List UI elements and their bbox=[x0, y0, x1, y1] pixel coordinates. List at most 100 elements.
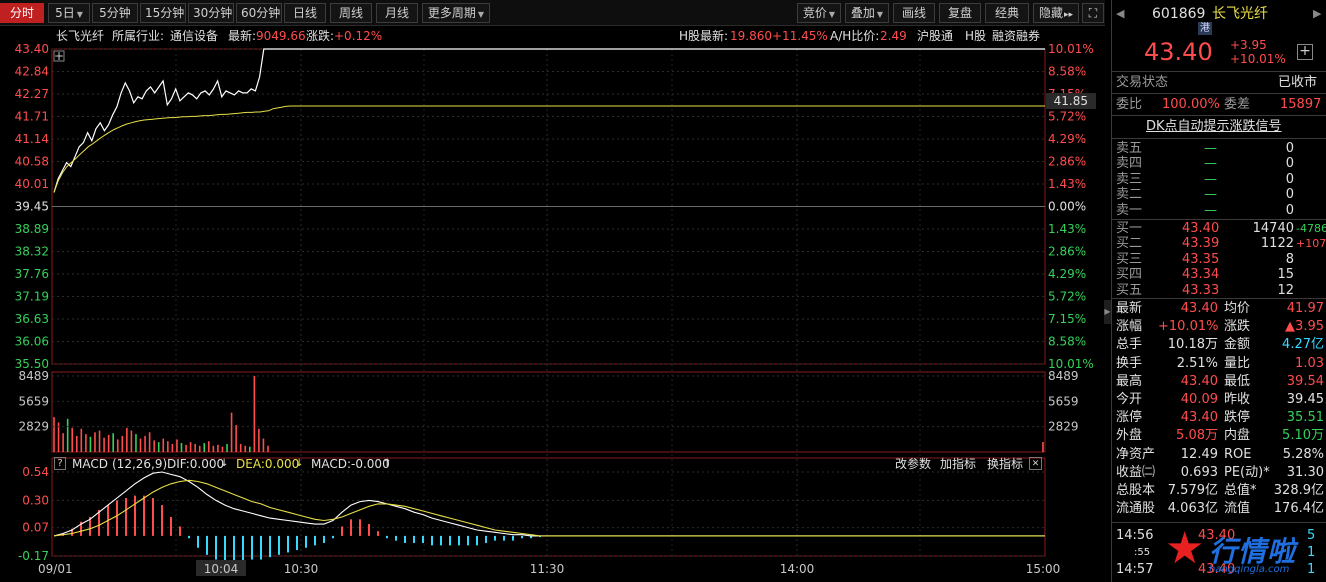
tab-weekly[interactable]: 周线 bbox=[330, 3, 372, 23]
industry-link[interactable]: 通信设备 bbox=[170, 26, 218, 46]
stat-value: 0.693 bbox=[1180, 464, 1218, 480]
order-diff-label: 委差 bbox=[1224, 97, 1251, 112]
stat-row: 收益㈡ 0.693 PE(动)* 31.30 bbox=[1112, 464, 1326, 482]
expand-icon[interactable]: ⛶ bbox=[1082, 3, 1104, 23]
panel-collapse-handle[interactable]: ▶ bbox=[1104, 300, 1111, 324]
stat-label: 总股本 bbox=[1116, 483, 1156, 498]
average-price-line bbox=[53, 105, 1045, 193]
tab-daily[interactable]: 日线 bbox=[284, 3, 326, 23]
overlay-button[interactable]: 叠加 ▼ bbox=[845, 3, 889, 23]
draw-line-button[interactable]: 画线 bbox=[893, 3, 935, 23]
edit-params-button[interactable]: 改参数 bbox=[895, 455, 931, 473]
ask-price: — bbox=[1204, 141, 1217, 156]
price-tick-label: 37.19 bbox=[15, 290, 49, 304]
price-tick-label: 42.27 bbox=[15, 87, 49, 101]
stat-value: 12.49 bbox=[1180, 446, 1218, 462]
price-tick-label: 40.01 bbox=[15, 177, 49, 191]
bid-row[interactable]: 买三 43.35 8 bbox=[1112, 252, 1326, 267]
macd-tick-label: -0.17 bbox=[18, 549, 49, 563]
switch-indicator-button[interactable]: 换指标 bbox=[987, 455, 1023, 473]
order-diff-value: 15897 bbox=[1280, 97, 1322, 112]
classic-button[interactable]: 经典 bbox=[985, 3, 1029, 23]
stat-value: 43.40 bbox=[1180, 410, 1218, 426]
price-tick-label: 39.45 bbox=[15, 200, 49, 214]
stat-row: 外盘 5.08万 内盘 5.10万 bbox=[1112, 427, 1326, 445]
bid-label: 买一 bbox=[1116, 221, 1143, 236]
price-tick-label: 36.06 bbox=[15, 335, 49, 349]
tab-30min[interactable]: 30分钟 bbox=[188, 3, 234, 23]
h-share-link[interactable]: H股 bbox=[965, 26, 986, 46]
ask-row[interactable]: 卖一 — 0 bbox=[1112, 203, 1326, 218]
volume-panel-frame bbox=[51, 371, 1046, 453]
tab-5day[interactable]: 5日 ▼ bbox=[48, 3, 90, 23]
macd-dea: DEA:0.000 bbox=[236, 457, 300, 471]
tab-60min[interactable]: 60分钟 bbox=[236, 3, 282, 23]
replay-button[interactable]: 复盘 bbox=[939, 3, 981, 23]
macd-title[interactable]: MACD bbox=[72, 455, 108, 473]
next-stock-icon[interactable]: ▶ bbox=[1313, 4, 1321, 24]
stat-row: 最新 43.40 均价 41.97 bbox=[1112, 300, 1326, 318]
bid-row[interactable]: 买四 43.34 15 bbox=[1112, 267, 1326, 282]
bid-row[interactable]: 买二 43.39 1122 +107 bbox=[1112, 236, 1326, 251]
tab-15min[interactable]: 15分钟 bbox=[140, 3, 186, 23]
volume-tick-label: 5659 bbox=[18, 394, 49, 408]
price-tick-label: 40.58 bbox=[15, 155, 49, 169]
macd-value: MACD:-0.000 bbox=[311, 457, 390, 471]
intraday-chart[interactable]: 43.4010.01%42.848.58%42.277.15%41.715.72… bbox=[0, 0, 1105, 582]
stat-value: 176.4亿 bbox=[1273, 501, 1324, 517]
help-icon[interactable]: ? bbox=[54, 457, 66, 470]
stat-label: 金额 bbox=[1224, 337, 1251, 353]
ask-row[interactable]: 卖五 — 0 bbox=[1112, 141, 1326, 156]
price-tick-label: 42.84 bbox=[15, 65, 49, 79]
shanghai-connect-link[interactable]: 沪股通 bbox=[917, 26, 953, 46]
time-tick-label: 09/01 bbox=[38, 562, 73, 576]
stat-label: 涨停 bbox=[1116, 410, 1143, 426]
stat-value: 5.08万 bbox=[1176, 428, 1218, 444]
stat-value: 43.40 bbox=[1180, 301, 1218, 316]
hk-connect-badge[interactable]: 港 bbox=[1198, 22, 1212, 35]
pct-tick-label: 5.72% bbox=[1048, 290, 1086, 304]
ask-price: — bbox=[1204, 171, 1217, 187]
time-tick-label: 14:00 bbox=[780, 562, 815, 576]
add-indicator-button[interactable]: 加指标 bbox=[940, 455, 976, 473]
close-icon[interactable]: ✕ bbox=[1029, 457, 1042, 470]
macd-params: (12,26,9) bbox=[112, 457, 168, 471]
tab-5min[interactable]: 5分钟 bbox=[92, 3, 138, 23]
badges: 融港 bbox=[1112, 22, 1326, 38]
stat-value: 35.51 bbox=[1286, 410, 1324, 426]
bid-price: 43.33 bbox=[1182, 282, 1220, 298]
order-ratio-label: 委比 bbox=[1116, 97, 1143, 112]
ask-row[interactable]: 卖三 — 0 bbox=[1112, 172, 1326, 187]
dk-signal-link[interactable]: DK点自动提示涨跌信号 bbox=[1146, 118, 1282, 136]
hide-button[interactable]: 隐藏▸▸ bbox=[1033, 3, 1079, 23]
tab-monthly[interactable]: 月线 bbox=[376, 3, 418, 23]
stat-label: 量比 bbox=[1224, 355, 1251, 371]
stat-label: 涨幅 bbox=[1116, 319, 1143, 335]
pct-tick-label: 4.29% bbox=[1048, 132, 1086, 146]
auction-button[interactable]: 竞价 ▼ bbox=[797, 3, 841, 23]
tab-intraday[interactable]: 分时 bbox=[0, 3, 44, 23]
prev-stock-icon[interactable]: ◀ bbox=[1116, 4, 1124, 24]
tab-more-periods[interactable]: 更多周期 ▼ bbox=[422, 3, 490, 23]
margin-trading-link[interactable]: 融资融券 bbox=[992, 26, 1040, 46]
ask-row[interactable]: 卖二 — 0 bbox=[1112, 187, 1326, 202]
ask-price: — bbox=[1204, 187, 1217, 203]
price-tick-label: 41.14 bbox=[15, 132, 49, 146]
stat-row: 换手 2.51% 量比 1.03 bbox=[1112, 355, 1326, 373]
pct-tick-label: 8.58% bbox=[1048, 335, 1086, 349]
add-watchlist-button[interactable]: + bbox=[1297, 44, 1313, 60]
macd-tick-label: 0.07 bbox=[22, 521, 49, 535]
divider bbox=[1112, 138, 1326, 139]
stat-label: 总手 bbox=[1116, 337, 1143, 353]
stat-row: 总手 10.18万 金额 4.27亿 bbox=[1112, 336, 1326, 354]
industry-label: 所属行业: bbox=[112, 29, 165, 43]
bid-row[interactable]: 买五 43.33 12 bbox=[1112, 283, 1326, 298]
avg-price-label: 41.85 bbox=[1054, 94, 1088, 108]
stat-label: 换手 bbox=[1116, 355, 1143, 371]
bid-row[interactable]: 买一 43.40 14740 -4786 bbox=[1112, 221, 1326, 236]
stat-value: 40.09 bbox=[1180, 392, 1218, 407]
pct-tick-label: 8.58% bbox=[1048, 65, 1086, 79]
ask-row[interactable]: 卖四 — 0 bbox=[1112, 156, 1326, 171]
stat-row: 今开 40.09 昨收 39.45 bbox=[1112, 391, 1326, 409]
macd-dif-line bbox=[53, 471, 1045, 537]
